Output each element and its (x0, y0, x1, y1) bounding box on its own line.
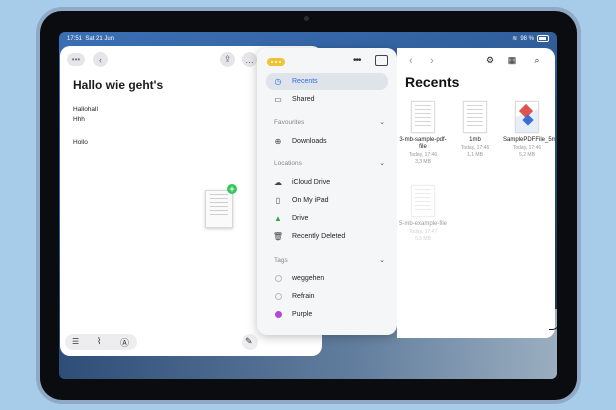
forward-arrow-icon[interactable]: › (430, 55, 434, 67)
file-item[interactable]: SamplePDFFile_5mb Today, 17:46 5,2 MB (503, 101, 555, 158)
chevron-down-icon[interactable]: ⌄ (379, 118, 385, 126)
file-name: 1mb (469, 137, 481, 143)
note-line[interactable]: Hallohall (73, 106, 98, 113)
note-line[interactable]: Hhh (73, 116, 85, 123)
sidebar-item-icloud-drive[interactable]: ☁ iCloud Drive (266, 174, 388, 191)
wifi-icon: ≋ (512, 36, 518, 42)
sidebar-item-on-my-ipad[interactable]: ▯ On My iPad (266, 192, 388, 209)
sidebar-item-shared[interactable]: ▭ Shared (266, 91, 388, 108)
ipad-icon: ▯ (275, 196, 281, 205)
share-button[interactable]: ⇪ (220, 52, 235, 67)
pdf-thumbnail (515, 101, 539, 133)
sidebar-tag-refrain[interactable]: Refrain (266, 288, 388, 305)
battery-percent: 98 % (520, 35, 534, 42)
ellipsis-icon: … (245, 54, 254, 65)
trash-icon: 🗑 (272, 232, 284, 241)
more-button[interactable]: … (242, 52, 257, 67)
sidebar-tag-purple[interactable]: Purple (266, 306, 388, 323)
file-size: 5,5 MB (415, 236, 431, 242)
clock-icon: ◷ (274, 77, 282, 86)
download-icon: ⊕ (274, 137, 282, 146)
markup-pen-icon[interactable]: Ⓐ (120, 336, 129, 349)
file-date: Today, 17:46 (408, 152, 438, 158)
front-camera (304, 16, 309, 21)
files-sidebar: ••• ◷ Recents ▭ Shared Favourites ⌄ ⊕ Do… (257, 48, 397, 335)
file-size: 3,3 MB (415, 159, 431, 165)
status-time-date: 17:51 Sat 21 Jun (67, 36, 114, 42)
file-name: 3-mb-sample-pdf-file (399, 137, 447, 150)
sidebar-item-label: Purple (292, 311, 313, 318)
tag-dot-icon (274, 293, 282, 300)
section-header-favourites: Favourites (274, 119, 305, 126)
sidebar-item-label: Downloads (292, 138, 327, 145)
sidebar-item-label: Recently Deleted (292, 233, 346, 240)
search-icon[interactable]: ⌕ (530, 53, 544, 67)
sidebar-item-drive[interactable]: ▲ Drive (266, 210, 388, 227)
window-menu-button[interactable] (267, 58, 285, 66)
grid-view-icon[interactable]: ▦ (505, 53, 519, 67)
note-line[interactable]: Hollo (73, 139, 88, 146)
tag-dot-icon (274, 275, 282, 282)
section-header-tags: Tags (274, 257, 288, 264)
page-title: Recents (405, 74, 460, 90)
window-resize-handle[interactable] (549, 319, 557, 330)
section-header-locations: Locations (274, 160, 302, 167)
file-item[interactable]: 3-mb-sample-pdf-file Today, 17:46 3,3 MB (399, 101, 447, 165)
cloud-icon: ☁ (274, 178, 282, 187)
file-name: SamplePDFFile_5mb (503, 137, 555, 143)
file-item[interactable]: 1mb Today, 17:46 1,1 MB (451, 101, 499, 158)
group-by-icon[interactable]: ⚙ (483, 53, 497, 67)
checklist-icon[interactable]: ☰ (72, 337, 79, 346)
back-button[interactable]: ‹ (93, 52, 108, 67)
compose-icon: ✎ (245, 336, 253, 346)
dragged-file-thumbnail[interactable] (205, 190, 233, 228)
back-arrow-icon[interactable]: ‹ (409, 55, 413, 67)
note-title[interactable]: Hallo wie geht's (73, 78, 163, 92)
add-plus-icon: + (227, 184, 237, 194)
file-name: 5-mb-example-file (399, 221, 448, 227)
chevron-down-icon[interactable]: ⌄ (379, 256, 385, 264)
chevron-left-icon: ‹ (99, 54, 102, 65)
pdf-thumbnail (463, 101, 487, 133)
sidebar-item-downloads[interactable]: ⊕ Downloads (266, 133, 388, 150)
status-indicators: ≋ 98 % (512, 35, 549, 42)
sidebar-item-label: Drive (292, 215, 309, 222)
sidebar-toggle-icon[interactable] (375, 55, 388, 66)
paperclip-icon[interactable]: ⌇ (97, 336, 101, 347)
status-bar: 17:51 Sat 21 Jun ≋ 98 % (59, 32, 557, 46)
notes-toolbar: ☰ ⌇ Ⓐ (65, 334, 137, 350)
shared-folder-icon: ▭ (274, 95, 282, 104)
file-date: Today, 17:46 (460, 145, 490, 151)
sidebar-item-recents[interactable]: ◷ Recents (266, 73, 388, 90)
sidebar-item-label: Recents (292, 78, 318, 85)
file-size: 5,2 MB (519, 152, 535, 158)
more-options-icon[interactable]: ••• (353, 55, 361, 66)
sidebar-item-label: iCloud Drive (292, 179, 331, 186)
files-browser: ‹ › ⚙ ▦ ⌕ Recents 3-mb-sample-pdf-file T… (397, 48, 555, 338)
window-menu-button[interactable]: ••• (67, 53, 85, 66)
google-drive-icon: ▲ (274, 214, 282, 223)
file-item[interactable]: 5-mb-example-file Today, 17:47 5,5 MB (399, 185, 447, 242)
battery-icon (537, 35, 549, 42)
chevron-down-icon[interactable]: ⌄ (379, 159, 385, 167)
ipad-screen: 17:51 Sat 21 Jun ≋ 98 % ••• ‹ ⇪ … Hallo … (59, 32, 557, 379)
file-date: Today, 17:46 (512, 145, 542, 151)
status-date: Sat 21 Jun (85, 36, 115, 42)
sidebar-item-label: On My iPad (292, 197, 329, 204)
sidebar-item-label: Refrain (292, 293, 315, 300)
status-time: 17:51 (67, 36, 83, 42)
sidebar-item-label: Shared (292, 96, 315, 103)
pdf-thumbnail (411, 185, 435, 217)
tag-dot-icon (274, 311, 282, 318)
file-size: 1,1 MB (467, 152, 483, 158)
compose-button[interactable]: ✎ (242, 334, 258, 350)
sidebar-item-recently-deleted[interactable]: 🗑 Recently Deleted (266, 228, 388, 245)
pdf-thumbnail (411, 101, 435, 133)
sidebar-tag-weggehen[interactable]: weggehen (266, 270, 388, 287)
sidebar-item-label: weggehen (292, 275, 325, 282)
share-icon: ⇪ (223, 54, 232, 64)
file-date: Today, 17:47 (408, 229, 438, 235)
